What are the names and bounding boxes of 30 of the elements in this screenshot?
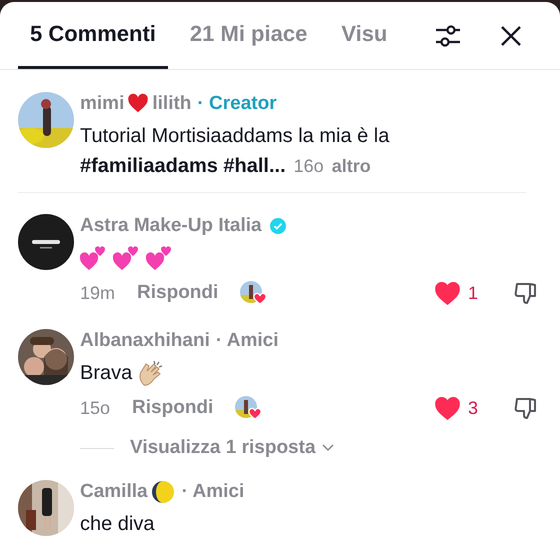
view-replies-link[interactable]: Visualizza 1 risposta [130, 437, 316, 459]
author-label: · Creator [197, 93, 277, 115]
reply-link[interactable]: Rispondi [137, 282, 218, 304]
comment-text: Brava [80, 362, 132, 384]
filled-heart-icon[interactable] [435, 396, 460, 420]
hashtags[interactable]: #familiaadams #hall... [80, 155, 286, 178]
tab[interactable]: Visu [329, 2, 400, 69]
comment-time: 15o [80, 398, 110, 418]
comment-time: 16o [294, 156, 324, 177]
username[interactable]: lilith [152, 93, 192, 115]
username[interactable]: Astra Make-Up Italia [80, 215, 262, 237]
moon-icon [150, 480, 175, 504]
close-icon[interactable] [500, 24, 522, 46]
author-label: · Amici [216, 330, 278, 352]
username[interactable]: Albanaxhihani [80, 330, 210, 352]
reply-link[interactable]: Rispondi [132, 397, 214, 419]
heart-icon [127, 93, 150, 115]
filled-heart-icon[interactable] [435, 282, 460, 304]
comment-text: che diva [80, 512, 154, 536]
more-link[interactable]: altro [332, 156, 371, 177]
like-count: 1 [468, 282, 480, 304]
author-label: · Amici [182, 481, 244, 503]
username[interactable]: mimi [80, 93, 124, 115]
chevron-down-icon[interactable] [322, 444, 334, 452]
tab[interactable]: 5 Commenti [18, 2, 168, 69]
comment-time: 19m [80, 282, 116, 304]
comment-text: Tutorial Mortisiaaddams la mia è la [80, 124, 390, 148]
like-count: 3 [468, 398, 480, 418]
username[interactable]: Camilla [80, 481, 148, 503]
tab[interactable]: 21 Mi piace [178, 2, 320, 69]
